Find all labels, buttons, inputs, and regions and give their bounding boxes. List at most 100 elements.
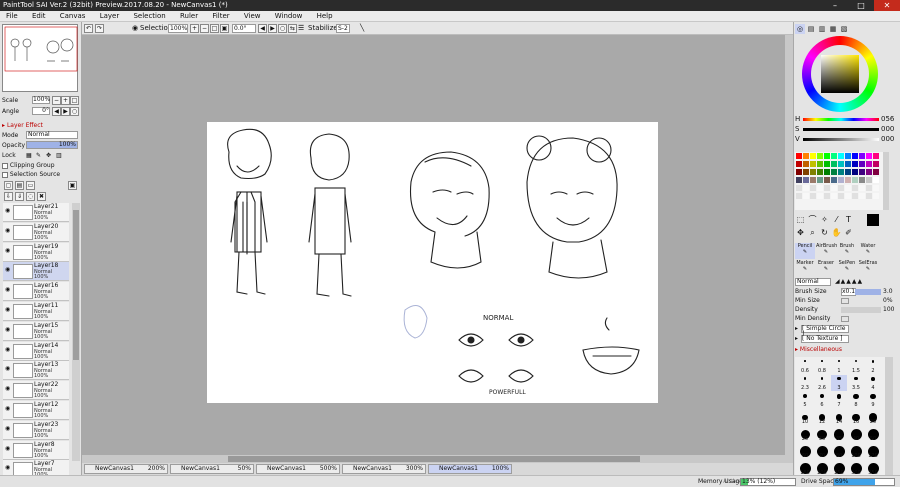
brush-size-cell[interactable]: 100 bbox=[848, 443, 864, 459]
brush-size-cell[interactable]: 30 bbox=[814, 426, 830, 442]
new-layer-icon[interactable]: ▢ bbox=[4, 181, 13, 190]
layer-effect-header[interactable]: ▸ Layer Effect bbox=[2, 121, 80, 130]
maximize-button[interactable]: □ bbox=[848, 0, 874, 11]
menu-selection[interactable]: Selection bbox=[127, 11, 171, 22]
brush-size-cell[interactable]: 80 bbox=[831, 443, 847, 459]
brush-size-slider[interactable] bbox=[855, 289, 881, 295]
visibility-eye-icon[interactable]: ◉ bbox=[5, 267, 12, 273]
layer-row[interactable]: ◉ Layer21 Normal 100% bbox=[3, 203, 69, 222]
canvas-vscrollbar[interactable] bbox=[785, 35, 793, 455]
brush-size-cell[interactable]: 20 bbox=[865, 409, 881, 425]
brush-size-cell[interactable]: 1 bbox=[831, 358, 847, 374]
menu-help[interactable]: Help bbox=[311, 11, 339, 22]
color-swatch[interactable] bbox=[838, 161, 844, 167]
empty-swatch[interactable] bbox=[810, 193, 816, 199]
color-swatch[interactable] bbox=[810, 153, 816, 159]
swatch-grid[interactable] bbox=[795, 152, 885, 210]
brush-selpen[interactable]: SelPen ✎ bbox=[837, 260, 857, 276]
empty-swatch[interactable] bbox=[838, 185, 844, 191]
saturation-value-square[interactable] bbox=[821, 55, 859, 93]
canvas-paper[interactable]: NORMAL POWERFULL bbox=[207, 122, 658, 403]
zoom-in-icon[interactable]: + bbox=[190, 24, 199, 33]
clear-layer-icon[interactable]: ◌ bbox=[26, 192, 35, 201]
canvas-tab[interactable]: NewCanvas1 500% bbox=[256, 464, 340, 474]
brush-size-cell[interactable]: 9 bbox=[865, 392, 881, 408]
color-swatch[interactable] bbox=[852, 169, 858, 175]
lock-move-icon[interactable]: ✥ bbox=[46, 151, 51, 160]
brush-airbrush[interactable]: AirBrush ✎ bbox=[816, 243, 837, 259]
brush-size-scrollbar[interactable] bbox=[885, 357, 893, 475]
empty-swatch[interactable] bbox=[817, 185, 823, 191]
visibility-eye-icon[interactable]: ◉ bbox=[5, 346, 12, 353]
close-button[interactable]: ✕ bbox=[874, 0, 900, 11]
visibility-eye-icon[interactable]: ◉ bbox=[5, 445, 12, 452]
rgb-slider-tab-icon[interactable]: ▤ bbox=[806, 24, 816, 34]
color-swatch[interactable] bbox=[859, 169, 865, 175]
layer-scroll-thumb[interactable] bbox=[73, 210, 79, 360]
brush-tip-shapes-icon[interactable]: ◢▲▲▲▲ bbox=[835, 278, 863, 286]
layer-row[interactable]: ◉ Layer20 Normal 100% bbox=[3, 222, 69, 242]
color-swatch[interactable] bbox=[810, 161, 816, 167]
color-swatch[interactable] bbox=[817, 153, 823, 159]
brush-size-cell[interactable]: 350 bbox=[865, 460, 881, 476]
color-swatch[interactable] bbox=[845, 153, 851, 159]
min-size-pen-icon[interactable] bbox=[841, 298, 849, 304]
color-swatch[interactable] bbox=[873, 153, 879, 159]
color-swatch[interactable] bbox=[859, 161, 865, 167]
misc-toggle[interactable]: ▸ Miscellaneous bbox=[795, 346, 842, 354]
empty-swatch[interactable] bbox=[838, 193, 844, 199]
scale-up-icon[interactable]: + bbox=[61, 96, 70, 105]
menu-layer[interactable]: Layer bbox=[94, 11, 126, 22]
color-swatch[interactable] bbox=[873, 169, 879, 175]
color-swatch[interactable] bbox=[796, 169, 802, 175]
angle-left-icon[interactable]: ◀ bbox=[52, 107, 61, 116]
hand-tool-icon[interactable]: ✋ bbox=[831, 227, 842, 238]
brush-size-cell[interactable]: 1.5 bbox=[848, 358, 864, 374]
visibility-eye-icon[interactable]: ◉ bbox=[5, 307, 12, 313]
new-vector-layer-icon[interactable]: ▤ bbox=[15, 181, 24, 190]
selection-eye-icon[interactable]: ◉ bbox=[132, 22, 138, 35]
empty-swatch[interactable] bbox=[859, 185, 865, 191]
undo-icon[interactable]: ↶ bbox=[84, 24, 93, 33]
visibility-eye-icon[interactable]: ◉ bbox=[5, 465, 12, 471]
color-swatch[interactable] bbox=[824, 161, 830, 167]
transfer-down-icon[interactable]: ⇩ bbox=[4, 192, 13, 201]
menu-edit[interactable]: Edit bbox=[26, 11, 52, 22]
angle-select[interactable]: 0.0° bbox=[232, 24, 256, 33]
menu-view[interactable]: View bbox=[238, 11, 267, 22]
delete-layer-icon[interactable]: ✖ bbox=[37, 192, 46, 201]
blend-mode-select[interactable]: Normal bbox=[795, 278, 831, 286]
eyedropper-icon[interactable]: ✐ bbox=[843, 227, 854, 238]
layer-row[interactable]: ◉ Layer12 Normal 100% bbox=[3, 401, 69, 420]
shape-toggle-icon[interactable]: ▸ bbox=[795, 325, 798, 333]
rotate-left-icon[interactable]: ◀ bbox=[258, 24, 267, 33]
color-swatch[interactable] bbox=[845, 177, 851, 183]
color-wheel[interactable] bbox=[802, 36, 878, 112]
color-swatch[interactable] bbox=[866, 169, 872, 175]
color-swatch[interactable] bbox=[810, 169, 816, 175]
color-swatch[interactable] bbox=[803, 177, 809, 183]
density-slider[interactable] bbox=[841, 307, 881, 313]
angle-right-icon[interactable]: ▶ bbox=[61, 107, 70, 116]
angle-value[interactable]: 0° bbox=[32, 107, 50, 115]
visibility-eye-icon[interactable]: ◉ bbox=[5, 366, 12, 372]
lock-pen-icon[interactable]: ✎ bbox=[36, 151, 41, 160]
pipette-icon[interactable]: ⁄ bbox=[831, 214, 842, 225]
swatch-scrollbar[interactable] bbox=[883, 152, 889, 210]
brush-size-cell[interactable]: 300 bbox=[848, 460, 864, 476]
visibility-eye-icon[interactable]: ◉ bbox=[5, 406, 12, 412]
zoom-reset-icon[interactable]: □ bbox=[210, 24, 219, 33]
layer-mask-icon[interactable]: ▣ bbox=[68, 181, 77, 190]
brush-size-cell[interactable]: 200 bbox=[814, 460, 830, 476]
menu-file[interactable]: File bbox=[0, 11, 24, 22]
rotate-right-icon[interactable]: ▶ bbox=[268, 24, 277, 33]
selection-source-row[interactable]: Selection Source bbox=[2, 170, 80, 179]
layer-row[interactable]: ◉ Layer18 Normal 100% bbox=[3, 262, 69, 282]
brush-size-cell[interactable]: 70 bbox=[814, 443, 830, 459]
empty-swatch[interactable] bbox=[873, 185, 879, 191]
mode-select[interactable]: Normal bbox=[26, 131, 78, 139]
brush-size-cell[interactable]: 40 bbox=[848, 426, 864, 442]
hsv-slider-tab-icon[interactable]: ▥ bbox=[817, 24, 827, 34]
canvas-tab[interactable]: NewCanvas1 100% bbox=[428, 464, 512, 474]
brush-size-cell[interactable]: 10 bbox=[797, 409, 813, 425]
